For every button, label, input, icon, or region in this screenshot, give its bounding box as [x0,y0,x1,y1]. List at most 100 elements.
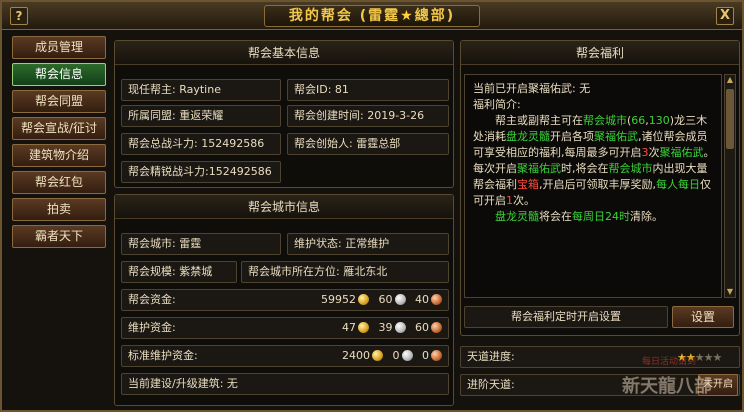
title-prefix: 我的帮会 (雷霆 [288,8,401,24]
maintain-status-field: 维护状态: 正常维护 [287,233,449,255]
scroll-down-icon[interactable]: ▼ [725,287,735,297]
close-button[interactable]: X [716,7,734,25]
welfare-text-segment: 130 [648,114,670,127]
welfare-text-segment: 每周日24时 [572,210,630,223]
upkeep-gold: 47 [342,321,356,334]
tiandao-stars: ★★★★★ [677,348,723,367]
upkeep-silver: 39 [378,321,393,334]
welfare-header: 帮会福利 [461,41,739,65]
nav-building-intro[interactable]: 建筑物介绍 [12,144,106,167]
copper-coin-icon [431,322,442,333]
tiandao-advance-button[interactable]: 未开启 [698,374,738,396]
scroll-up-icon[interactable]: ▲ [725,75,735,85]
welfare-text-segment: ,开启后可领取丰厚奖励, [539,178,656,191]
welfare-text: 当前已开启聚福佑武: 无 福利简介: 帮主或副帮主可在帮会城市(66,130)龙… [464,74,722,298]
welfare-timer-field: 帮会福利定时开启设置 [464,306,668,328]
scroll-thumb[interactable] [726,89,734,149]
gold-coin-icon [372,350,383,361]
upkeep-amount: 47 39 60 [336,318,442,338]
funds-gold: 59952 [321,293,356,306]
nav-auction[interactable]: 拍卖 [12,198,106,221]
std-upkeep-amount: 2400 0 0 [336,346,442,366]
leader-field: 现任帮主: Raytine [121,79,281,101]
welfare-text-segment: 每人每日 [656,178,700,191]
alliance-field: 所属同盟: 重返荣耀 [121,105,281,127]
welfare-text-segment: 时,将会在 [561,162,609,175]
welfare-timer-label: 帮会福利定时开启设置 [511,310,621,323]
basic-info-header: 帮会基本信息 [115,41,453,65]
copper-coin-icon [431,350,442,361]
welfare-text-segment: 盘龙灵髓 [506,130,550,143]
welfare-text-segment: 将会在 [539,210,572,223]
elite-power-field: 帮会精锐战斗力:152492586 [121,161,281,183]
gold-coin-icon [358,322,369,333]
welfare-text-segment: 1 [506,194,513,207]
copper-coin-icon [431,294,442,305]
std-gold: 2400 [342,349,370,362]
funds-silver: 60 [378,293,393,306]
welfare-text-segment: 聚福佑武 [594,130,638,143]
tiandao-advance-label: 进阶天道: [467,378,515,391]
welfare-scrollbar[interactable]: ▲ ▼ [724,74,736,298]
nav-guild-red-packet[interactable]: 帮会红包 [12,171,106,194]
welfare-clear-note: 盘龙灵髓将会在每周日24时清除。 [473,209,717,225]
location-field: 帮会城市所在方位: 雁北东北 [241,261,449,283]
welfare-text-segment: 帮会城市 [608,162,653,175]
welfare-text-segment: 次 [648,146,660,159]
city-info-panel: 帮会城市信息 帮会城市: 雷霆 维护状态: 正常维护 帮会规模: 紫禁城 帮会城… [114,194,454,406]
silver-coin-icon [394,322,406,333]
upkeep-row: 维护资金: 47 39 60 [121,317,449,339]
nav-guild-info[interactable]: 帮会信息 [12,63,106,86]
welfare-description: 帮主或副帮主可在帮会城市(66,130)龙三木处消耗盘龙灵髓开启各项聚福佑武,诸… [473,113,717,209]
welfare-text-segment: 帮主或副帮主可在 [495,114,583,127]
star-empty-icon: ★★★ [694,351,723,364]
silver-coin-icon [401,350,413,361]
funds-row: 帮会资金: 59952 60 40 [121,289,449,311]
title-suffix: 總部) [414,8,456,24]
basic-info-panel: 帮会基本信息 现任帮主: Raytine 帮会ID: 81 所属同盟: 重返荣耀… [114,40,454,188]
std-upkeep-row: 标准维护资金: 2400 0 0 [121,345,449,367]
funds-amount: 59952 60 40 [315,290,442,310]
guild-window: ? 我的帮会 (雷霆★總部) X 成员管理 帮会信息 帮会同盟 帮会宣战/征讨 … [0,0,744,412]
funds-label: 帮会资金: [128,293,176,306]
std-silver: 0 [392,349,400,362]
tiandao-progress-row: 天道进度: ★★★★★ [460,346,740,368]
welfare-text-segment: 66 [631,114,646,127]
window-title: 我的帮会 (雷霆★總部) [2,2,742,30]
welfare-text-segment: 次。 [513,194,535,207]
city-info-header: 帮会城市信息 [115,195,453,219]
tiandao-progress-label: 天道进度: [467,350,515,363]
star-filled-icon: ★★ [677,351,696,364]
welfare-text-segment: 开启各项 [550,130,594,143]
welfare-intro: 福利简介: [473,98,521,111]
scale-field: 帮会规模: 紫禁城 [121,261,237,283]
nav-guild-alliance[interactable]: 帮会同盟 [12,90,106,113]
left-nav: 成员管理 帮会信息 帮会同盟 帮会宣战/征讨 建筑物介绍 帮会红包 拍卖 霸者天… [12,36,108,252]
welfare-text-segment: 聚福佑武 [517,162,561,175]
total-power-field: 帮会总战斗力: 152492586 [121,133,281,155]
welfare-current: 当前已开启聚福佑武: 无 [473,82,591,95]
nav-dominate-world[interactable]: 霸者天下 [12,225,106,248]
std-upkeep-label: 标准维护资金: [128,349,198,362]
welfare-text-segment: 清除。 [630,210,663,223]
std-copper: 0 [422,349,429,362]
silver-coin-icon [394,294,406,305]
upkeep-label: 维护资金: [128,321,176,334]
building-field: 当前建设/升级建筑: 无 [121,373,449,395]
gold-coin-icon [358,294,369,305]
welfare-text-segment: 宝箱 [517,178,539,191]
upkeep-copper: 60 [415,321,429,334]
founder-field: 帮会创始人: 雷霆总部 [287,133,449,155]
star-icon: ★ [400,8,415,24]
created-field: 帮会创建时间: 2019-3-26 [287,105,449,127]
title-bar: ? 我的帮会 (雷霆★總部) X [2,2,742,30]
welfare-text-segment: 盘龙灵髓 [495,210,539,223]
city-field: 帮会城市: 雷霆 [121,233,281,255]
welfare-text-segment: 帮会城市 [583,114,627,127]
nav-guild-war[interactable]: 帮会宣战/征讨 [12,117,106,140]
welfare-text-segment: 3 [641,146,649,159]
welfare-text-segment: 聚福佑武 [659,146,704,159]
funds-copper: 40 [415,293,429,306]
nav-member-management[interactable]: 成员管理 [12,36,106,59]
settings-button[interactable]: 设置 [672,306,734,328]
